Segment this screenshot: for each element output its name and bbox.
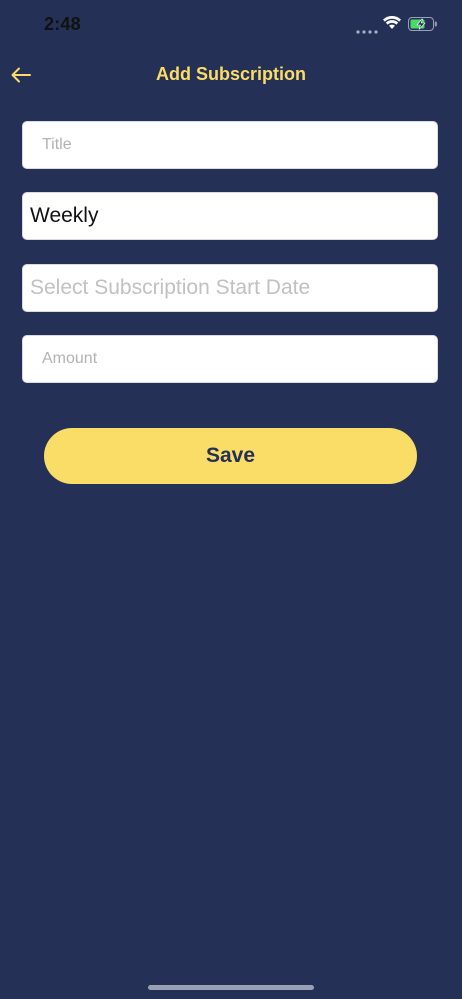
amount-input[interactable] — [23, 336, 437, 382]
navigation-bar: Add Subscription — [0, 52, 462, 96]
title-field[interactable] — [22, 121, 438, 169]
status-time: 2:48 — [44, 14, 81, 34]
home-indicator[interactable] — [148, 985, 314, 990]
frequency-field[interactable]: Weekly — [22, 192, 438, 240]
title-input[interactable] — [23, 122, 437, 168]
battery-charging-icon — [408, 17, 438, 31]
status-bar: 2:48 — [0, 0, 462, 50]
cellular-signal-icon — [356, 22, 378, 34]
start-date-placeholder: Select Subscription Start Date — [30, 276, 311, 299]
frequency-value: Weekly — [30, 204, 99, 227]
wifi-icon — [383, 15, 401, 30]
page-title: Add Subscription — [156, 64, 306, 84]
start-date-field[interactable]: Select Subscription Start Date — [22, 264, 438, 312]
save-button[interactable]: Save — [44, 428, 417, 484]
amount-field[interactable] — [22, 335, 438, 383]
